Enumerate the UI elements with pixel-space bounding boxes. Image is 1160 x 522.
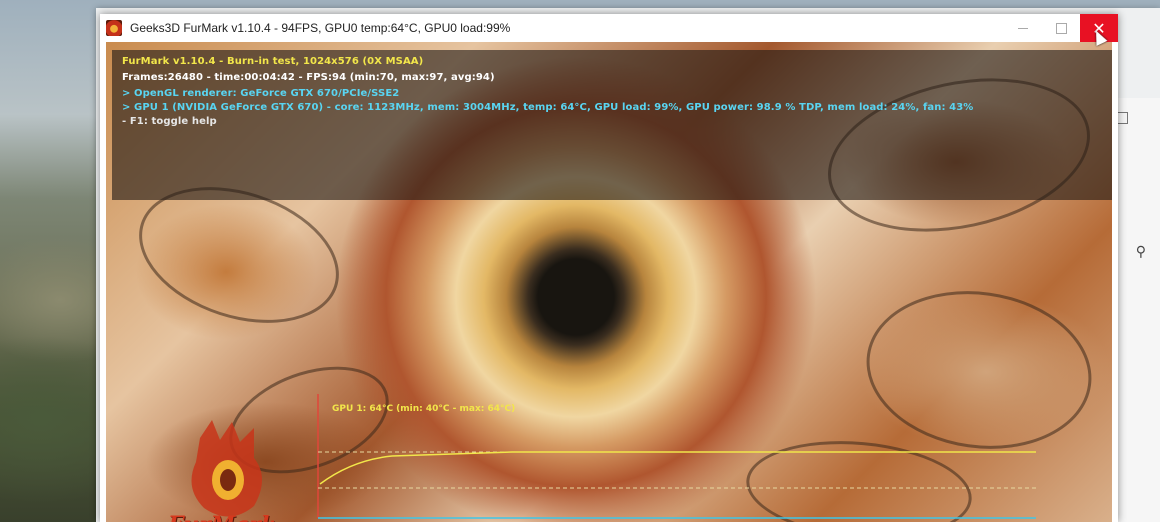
furmark-logo-text: FurMark xyxy=(168,512,276,522)
maximize-icon xyxy=(1055,22,1067,34)
temperature-series-line xyxy=(319,451,1036,485)
furmark-window: Geeks3D FurMark v1.10.4 - 94FPS, GPU0 te… xyxy=(100,14,1118,522)
temperature-graph: GPU 1: 64°C (min: 40°C - max: 64°C) xyxy=(312,394,1042,522)
minimize-icon xyxy=(1018,27,1028,29)
furmark-app-icon[interactable] xyxy=(106,20,122,36)
overlay-renderer: > OpenGL renderer: GeForce GTX 670/PCIe/… xyxy=(122,88,400,99)
overlay-gpu-stats: > GPU 1 (NVIDIA GeForce GTX 670) - core:… xyxy=(122,102,974,113)
info-overlay: FurMark v1.10.4 - Burn-in test, 1024x576… xyxy=(112,50,1112,200)
minimize-button[interactable] xyxy=(1004,14,1042,42)
overlay-title: FurMark v1.10.4 - Burn-in test, 1024x576… xyxy=(122,56,424,67)
title-bar[interactable]: Geeks3D FurMark v1.10.4 - 94FPS, GPU0 te… xyxy=(100,14,1118,42)
furmark-logo xyxy=(170,418,290,522)
render-viewport[interactable]: FurMark v1.10.4 - Burn-in test, 1024x576… xyxy=(106,42,1112,522)
window-title: Geeks3D FurMark v1.10.4 - 94FPS, GPU0 te… xyxy=(130,21,511,35)
furmark-logo-graphic xyxy=(191,420,262,517)
graph-label: GPU 1: 64°C (min: 40°C - max: 64°C) xyxy=(332,404,516,414)
maximize-button[interactable] xyxy=(1042,14,1080,42)
overlay-frames: Frames:26480 - time:00:04:42 - FPS:94 (m… xyxy=(122,72,495,83)
overlay-help: - F1: toggle help xyxy=(122,116,217,127)
search-icon[interactable]: ⚲ xyxy=(1136,244,1146,260)
